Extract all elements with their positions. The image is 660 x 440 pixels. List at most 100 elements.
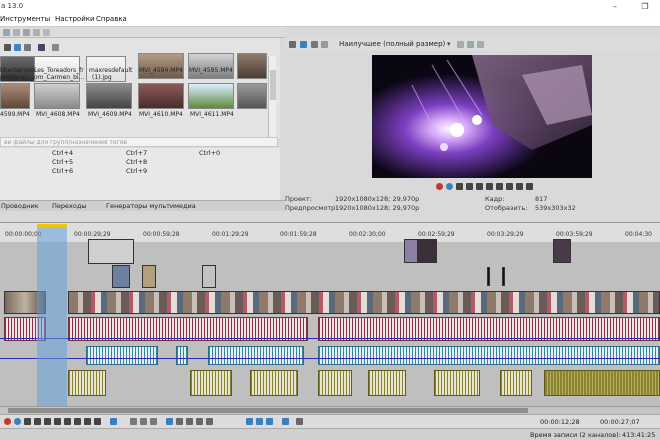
video-clip[interactable] (553, 239, 571, 263)
lock-envelopes-icon[interactable] (282, 418, 289, 425)
envelope-tool-icon[interactable] (130, 418, 137, 425)
go-start-icon[interactable] (496, 183, 503, 190)
timeline-tracks[interactable] (0, 239, 660, 406)
media-thumb-8[interactable] (34, 83, 80, 109)
preview-device-icon[interactable] (289, 41, 296, 48)
audio-clip[interactable] (434, 370, 480, 396)
video-clip[interactable] (502, 267, 505, 286)
prev-frame-icon[interactable] (84, 418, 91, 425)
import-media-icon[interactable] (14, 44, 21, 51)
timeline-scrollbar[interactable] (0, 406, 660, 414)
go-start-icon[interactable] (64, 418, 71, 425)
media-scrollbar[interactable] (268, 56, 276, 140)
play-icon[interactable] (466, 183, 473, 190)
media-scroll-thumb[interactable] (270, 70, 276, 100)
split-screen-icon[interactable] (311, 41, 318, 48)
auto-ripple-icon[interactable] (266, 418, 273, 425)
split-icon[interactable] (166, 418, 173, 425)
media-filter-input[interactable]: ви файлы для групп/назначения тегов (0, 137, 278, 147)
record-icon[interactable] (4, 418, 11, 425)
record-icon[interactable] (436, 183, 443, 190)
view-mode-icon[interactable] (38, 44, 45, 51)
video-fx-icon[interactable] (300, 41, 307, 48)
video-clip[interactable] (88, 239, 134, 264)
audio-clip[interactable] (368, 370, 406, 396)
video-clip[interactable] (487, 267, 490, 286)
selection-tool-icon[interactable] (140, 418, 147, 425)
region-icon[interactable] (206, 418, 213, 425)
video-clip[interactable] (112, 265, 130, 288)
trim-icon[interactable] (176, 418, 183, 425)
capture-icon[interactable] (24, 44, 31, 51)
audio-clip[interactable] (68, 370, 106, 396)
media-thumb-9[interactable] (86, 83, 132, 109)
audio-clip[interactable] (500, 370, 532, 396)
timeline-scroll-thumb[interactable] (8, 408, 528, 413)
zoom-tool-icon[interactable] (150, 418, 157, 425)
media-views-icon[interactable] (4, 44, 11, 51)
minimize-button[interactable]: – (600, 0, 630, 14)
video-clip[interactable] (68, 291, 660, 314)
next-frame-icon[interactable] (526, 183, 533, 190)
auto-crossfade-icon[interactable] (256, 418, 263, 425)
overlays-menu-icon[interactable] (457, 41, 464, 48)
media-thumb-12[interactable] (237, 83, 267, 109)
audio-clip[interactable] (208, 346, 304, 365)
media-thumb-11[interactable] (188, 83, 234, 109)
video-clip[interactable] (142, 265, 156, 288)
go-end-icon[interactable] (74, 418, 81, 425)
snapping-icon[interactable] (246, 418, 253, 425)
tab-media-generators[interactable]: Генераторы мультимедиа (106, 202, 196, 210)
loop-region-bar[interactable] (37, 224, 67, 227)
menu-tools[interactable]: Инструменты (0, 15, 50, 23)
audio-clip[interactable] (176, 346, 188, 365)
volume-envelope[interactable] (0, 358, 660, 359)
stop-icon[interactable] (486, 183, 493, 190)
pause-icon[interactable] (44, 418, 51, 425)
go-end-icon[interactable] (506, 183, 513, 190)
prev-frame-icon[interactable] (516, 183, 523, 190)
stop-icon[interactable] (54, 418, 61, 425)
media-thumb-4[interactable] (138, 53, 184, 79)
play-from-start-icon[interactable] (456, 183, 463, 190)
save-snapshot-icon[interactable] (477, 41, 484, 48)
preview-quality-dropdown[interactable]: Наилучшее (полный размер) (339, 40, 445, 48)
media-thumb-5[interactable] (188, 53, 234, 79)
audio-clip[interactable] (318, 370, 352, 396)
next-frame-icon[interactable] (94, 418, 101, 425)
play-from-start-icon[interactable] (24, 418, 31, 425)
history-icon[interactable] (23, 29, 30, 36)
chevron-down-icon[interactable]: ▾ (447, 40, 451, 48)
overlays-icon[interactable] (321, 41, 328, 48)
video-clip[interactable] (418, 239, 437, 263)
media-thumb-6[interactable] (237, 53, 267, 79)
audio-clip[interactable] (250, 370, 298, 396)
search-icon[interactable] (52, 44, 59, 51)
volume-envelope[interactable] (0, 338, 660, 339)
menu-help[interactable]: Справка (96, 15, 127, 23)
marker-icon[interactable] (196, 418, 203, 425)
audio-clip[interactable] (86, 346, 158, 365)
menu-settings[interactable]: Настройки (55, 15, 95, 23)
media-thumb-10[interactable] (138, 83, 184, 109)
undo-icon[interactable] (3, 29, 10, 36)
video-clip[interactable] (404, 239, 418, 263)
loop-region[interactable] (37, 225, 67, 406)
tab-transitions[interactable]: Переходы (52, 202, 86, 210)
media-thumb-7[interactable] (0, 83, 30, 109)
snap-icon[interactable] (43, 29, 50, 36)
play-icon[interactable] (34, 418, 41, 425)
loop-icon[interactable] (446, 183, 453, 190)
audio-clip[interactable] (318, 346, 660, 365)
normal-edit-tool-icon[interactable] (110, 418, 117, 425)
lock-icon[interactable] (186, 418, 193, 425)
audio-clip[interactable] (544, 370, 660, 396)
redo-icon[interactable] (13, 29, 20, 36)
copy-snapshot-icon[interactable] (467, 41, 474, 48)
pause-icon[interactable] (476, 183, 483, 190)
tab-explorer[interactable]: Проводник (1, 202, 39, 210)
restore-button[interactable]: ❐ (630, 0, 660, 14)
video-clip[interactable] (202, 265, 216, 288)
loop-icon[interactable] (14, 418, 21, 425)
properties-icon[interactable] (33, 29, 40, 36)
